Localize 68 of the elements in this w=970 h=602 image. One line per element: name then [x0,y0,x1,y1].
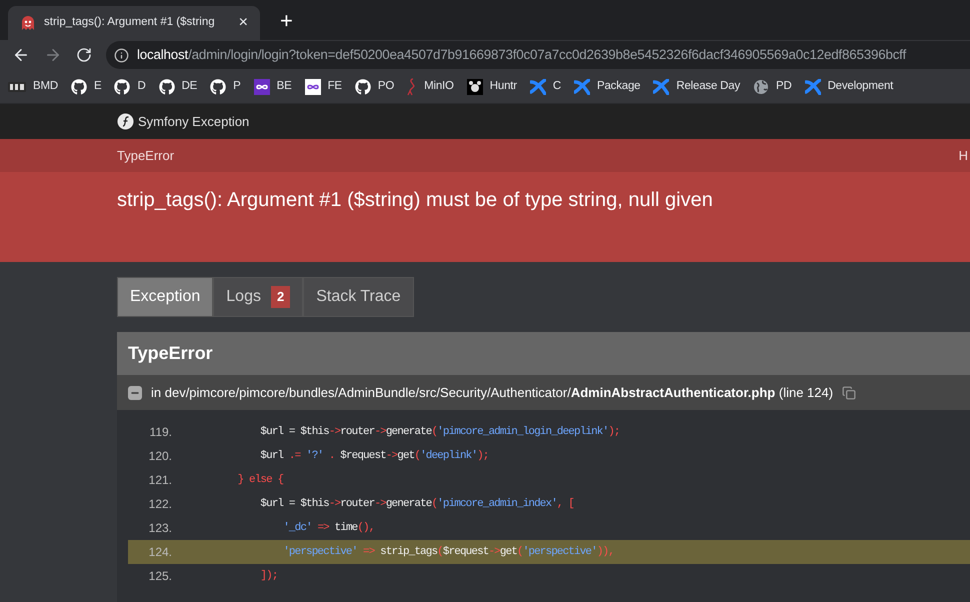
bookmark-item[interactable]: E [70,78,102,96]
copy-icon[interactable] [842,386,856,400]
line-number: 124. [148,544,173,561]
cross-logo-icon [530,78,546,94]
github-icon [114,78,130,94]
info-icon [114,48,129,62]
infinity-icon [304,78,321,94]
tab-title: strip_tags(): Argument #1 ($string [44,15,216,30]
line-number: 121. [148,472,173,489]
code-text: } else { [236,472,284,488]
cross-logo-icon [653,78,670,94]
line-number: 125. [148,568,173,585]
code-text: $url .= '?' . $request->get('deeplink'); [259,448,488,464]
infinity-icon [254,78,270,94]
bookmark-item[interactable]: Package [574,78,640,96]
bookmark-item[interactable]: BMD [8,78,58,96]
globe-icon [753,78,769,94]
ghost-face-icon [20,15,36,31]
cross-logo-icon [804,78,821,94]
forward-icon[interactable] [44,46,62,64]
bookmark-item[interactable]: MinIO [407,78,454,96]
bookmark-item[interactable]: BE [254,78,292,96]
header-title: Symfony Exception [138,112,250,131]
tab[interactable]: Logs 2 [213,277,304,317]
reload-icon[interactable] [76,47,92,63]
bookmark-item[interactable]: Release Day [653,78,740,96]
status-text: H [958,146,968,165]
bookmark-item[interactable]: FE [304,78,342,96]
line-number: 120. [148,448,173,465]
code-text: '_dc' => time(), [282,520,374,536]
browser-tab[interactable]: strip_tags(): Argument #1 ($string × [8,6,260,40]
code-text: ]); [259,568,278,584]
bookmark-item[interactable]: P [210,78,241,96]
bookmark-item[interactable]: D [114,78,146,96]
mascot-icon [466,78,483,94]
bookmark-item[interactable]: Huntr [466,78,517,96]
address-bar[interactable]: localhost/admin/login/login?token=def50200ea4507d7b91669873f0c07a7cc0d2639b8e5452326f6dacf346905569a0c12edf865396bcff [106,41,970,69]
code-text: $url = $this->router->generate('pimcore_admin_login_deeplink'); [259,424,620,440]
github-icon [210,78,226,94]
line-number: 122. [148,496,173,513]
tab-close-button[interactable]: × [238,15,248,31]
tab[interactable]: Stack Trace [303,277,414,317]
count-badge: 2 [270,286,290,308]
bookmark-item[interactable]: PD [753,78,792,96]
line-number: 119. [148,424,173,441]
bird-icon [407,78,418,96]
file-path: in dev/pimcore/pimcore/bundles/AdminBundle/src/Security/Authenticator/AdminAbstractAuthenticator.php (line 124) [151,384,834,402]
bookmark-item[interactable]: DE [158,78,198,96]
code-text: $url = $this->router->generate('pimcore_admin_index', [ [259,496,574,512]
bookmark-item[interactable]: C [530,78,561,96]
logo-icon [8,82,26,92]
code-text: 'perspective' => strip_tags($request->get('perspective')), [282,544,614,560]
exception-title: TypeError [128,342,213,365]
line-number: 123. [148,520,173,537]
bookmark-item[interactable]: PO [354,78,394,96]
bookmark-item[interactable]: Development [804,78,894,96]
github-icon [354,78,371,94]
collapse-toggle[interactable] [128,386,142,400]
symfony-logo-icon [117,113,134,130]
cross-logo-icon [574,78,590,94]
tab[interactable]: Exception [117,277,214,317]
url-text: localhost/admin/login/login?token=def50200ea4507d7b91669873f0c07a7cc0d2639b8e5452326f6dacf346905569a0c12edf865396bcff [137,46,906,64]
error-message: strip_tags(): Argument #1 ($string) must be of type string, null given [117,189,713,211]
github-icon [158,78,175,94]
back-icon[interactable] [12,46,30,64]
error-class: TypeError [117,146,174,165]
new-tab-button[interactable]: + [280,10,293,32]
github-icon [70,78,87,94]
